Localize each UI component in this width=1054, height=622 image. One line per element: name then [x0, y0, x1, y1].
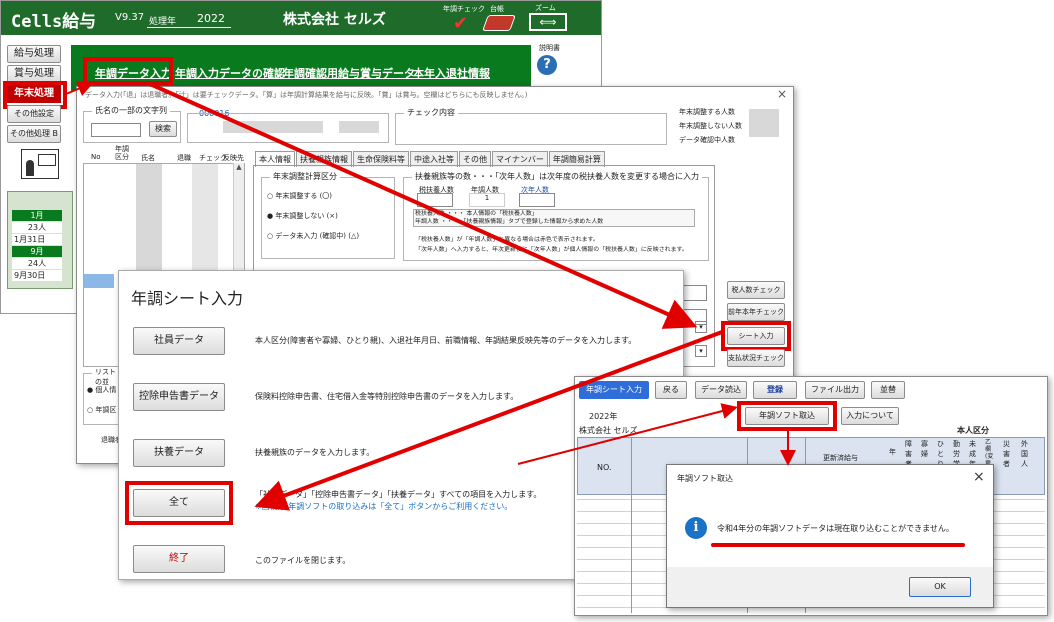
exit-button[interactable]: 終了 [133, 545, 225, 573]
list-header-no: No [91, 153, 101, 161]
message-box-title: 年調ソフト取込 [677, 474, 733, 483]
dropdown-1-icon[interactable]: ▾ [695, 321, 707, 333]
employee-name-blur [223, 121, 323, 133]
dep-note-2: 年調人数 ・・・ 「扶養親族情報」タブで登録した情報から求めた人数 [415, 217, 604, 225]
app-title: Cells給与 [11, 12, 97, 32]
info-icon: i [685, 517, 707, 539]
highlight-sheet-input [721, 321, 791, 351]
toolbar-sort[interactable]: 並替 [871, 381, 905, 399]
sheet-year: 2022年 [589, 412, 618, 421]
grid-col-update: 更新済給与 [823, 454, 858, 462]
dropdown-2-icon[interactable]: ▾ [695, 345, 707, 357]
check-content-group: チェック内容 [395, 107, 667, 145]
calendar-count-1: 23人 [12, 222, 62, 233]
app-version: V9.37 [115, 12, 145, 23]
highlight-import-button [737, 401, 837, 431]
dep-input-tax[interactable] [417, 193, 453, 207]
ok-button[interactable]: OK [909, 577, 971, 597]
count-no-yearend: 年末調整しない人数 [679, 122, 742, 130]
employee-data-button[interactable]: 社員データ [133, 327, 225, 355]
radio-yearend-yes[interactable]: ○ 年末調整する (〇) [267, 191, 332, 201]
prev-current-check-button[interactable]: 前年本年チェック [727, 303, 785, 321]
menu-link-input-check[interactable]: 年調入力データの確認 [175, 65, 285, 81]
message-box-close-icon[interactable]: × [973, 469, 985, 485]
dep-input-next[interactable] [519, 193, 555, 207]
about-input-button[interactable]: 入力について [841, 407, 899, 425]
ledger-book-icon[interactable] [482, 15, 516, 31]
radio-yearend-checking[interactable]: ○ データ未入力 (確認中) (△) [267, 231, 359, 241]
sort-radio-personal[interactable]: ● 個人情 [87, 385, 116, 395]
zoom-label: ズーム [535, 4, 556, 12]
side-button-other-settings[interactable]: その他設定 [7, 105, 61, 123]
list-selected-row[interactable] [84, 274, 114, 288]
highlight-nencho-input [83, 57, 173, 85]
side-button-payroll[interactable]: 給与処理 [7, 45, 61, 63]
payment-status-check-button[interactable]: 支払状況チェック [727, 349, 785, 367]
vcol-kafu: 寡婦 [921, 440, 928, 458]
dependent-data-button[interactable]: 扶養データ [133, 439, 225, 467]
toolbar-export[interactable]: ファイル出力 [805, 381, 865, 399]
name-search-input[interactable] [91, 123, 141, 137]
section-personal-kubun: 本人区分 [957, 426, 989, 435]
employee-kana-blur [339, 121, 379, 133]
toolbar-back[interactable]: 戻る [655, 381, 687, 399]
dep-value-nencho: 1 [469, 193, 505, 207]
count-checking: データ確認中人数 [679, 136, 735, 144]
highlight-all-button [125, 481, 233, 525]
help-label: 説明書 [539, 44, 560, 52]
list-header-retired: 退職 [177, 154, 191, 162]
check-mark-icon[interactable]: ✔ [453, 13, 468, 34]
calendar-date-1: 1月31日 [12, 234, 62, 245]
menu-link-join-leave[interactable]: 本年入退社情報 [413, 65, 490, 81]
side-button-other-process[interactable]: その他処理 B [7, 125, 61, 143]
company-name: 株式会社 セルズ [283, 12, 386, 28]
employee-data-desc: 本人区分(障害者や寡婦、ひとり親)、入退社年月日、前職情報、年調結果反映先等のデ… [255, 336, 637, 345]
list-header-kubun: 年調区分 [115, 145, 129, 161]
ledger-label: 台帳 [490, 5, 504, 13]
grid-divider-1 [631, 437, 632, 613]
calendar-panel: 1月 23人 1月31日 9月 24人 9月30日 [7, 191, 73, 289]
deduction-data-button[interactable]: 控除申告書データ [133, 383, 225, 411]
count-yearend: 年末調整する人数 [679, 108, 735, 116]
main-title-bar: Cells給与 V9.37 処理年 2022 株式会社 セルズ 年調チェック ✔… [1, 1, 601, 35]
year-value: 2022 [197, 12, 225, 25]
vcol-saigai: 災害者 [1003, 440, 1010, 468]
toolbar-sheet-input[interactable]: 年調シート入力 [579, 381, 649, 399]
vcol-gaikoku: 外国人 [1021, 440, 1028, 468]
calendar-count-9: 24人 [12, 258, 62, 269]
dep-note-3: 「税扶養人数」が「年調人数」と異なる場合は赤色で表示されます。 [415, 235, 599, 243]
calendar-month-9: 9月 [12, 246, 62, 257]
side-field-1[interactable] [681, 285, 707, 301]
dep-note-4: 「次年人数」へ入力すると、年次更新後に「次年人数」が個人情報の「税扶養人数」に反… [415, 245, 688, 253]
help-icon[interactable]: ? [537, 55, 557, 75]
list-header-name: 氏名 [141, 154, 155, 162]
search-button[interactable]: 検索 [149, 121, 177, 137]
message-box: 年調ソフト取込 × i 令和4年分の年調ソフトデータは現在取り込むことができませ… [666, 464, 994, 608]
calendar-date-9: 9月30日 [12, 270, 62, 281]
list-header-target: 反映先 [223, 154, 244, 162]
zoom-arrows-icon[interactable]: ⟺ [529, 13, 567, 31]
year-underline [147, 27, 231, 28]
sort-radio-kubun[interactable]: ○ 年調区 [87, 405, 116, 415]
vcol-nen: 年 [889, 448, 896, 456]
sheet-company: 株式会社 セルズ [579, 426, 638, 435]
tax-count-check-button[interactable]: 税人数チェック [727, 281, 785, 299]
counts-blur [749, 109, 779, 137]
radio-yearend-no[interactable]: ● 年末調整しない (×) [267, 211, 338, 221]
grid-col-no: NO. [597, 463, 612, 472]
toolbar-register[interactable]: 登録 [753, 381, 797, 399]
input-window-header: データ入力(「退」は退職者。「汁」は要チェックデータ。「算」は年調計算結果を給与… [85, 91, 528, 99]
nencho-dialog-title: 年調シート入力 [131, 289, 244, 308]
menu-link-salary-bonus[interactable]: 年調確認用給与賞与データ [283, 65, 415, 81]
input-window-close-icon[interactable]: × [777, 87, 787, 101]
message-underline [711, 543, 965, 547]
calendar-month-1: 1月 [12, 210, 62, 221]
presenter-icon [21, 149, 59, 179]
toolbar-load[interactable]: データ読込 [695, 381, 747, 399]
message-text: 令和4年分の年調ソフトデータは現在取り込むことができません。 [717, 524, 954, 533]
year-label: 処理年 [149, 17, 177, 27]
